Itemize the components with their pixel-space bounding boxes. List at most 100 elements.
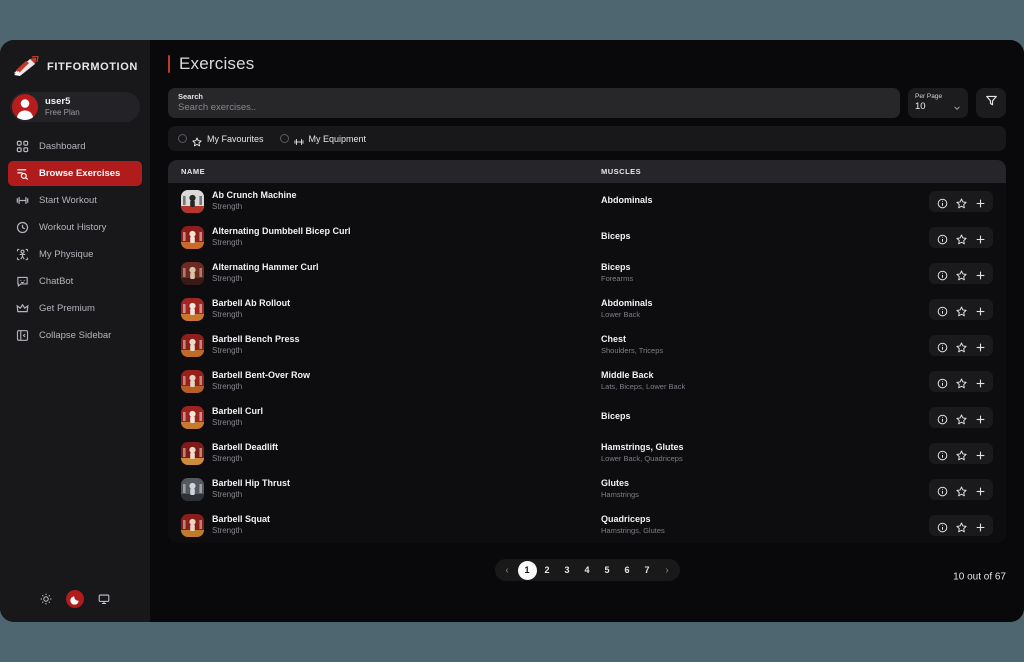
page-button[interactable]: 1 — [517, 560, 537, 580]
exercise-name: Alternating Dumbbell Bicep Curl — [212, 226, 351, 237]
sidebar-item-chatbot[interactable]: ChatBot — [8, 269, 142, 294]
info-icon[interactable] — [937, 304, 948, 316]
chip-my-equipment[interactable]: My Equipment — [279, 134, 366, 145]
star-icon[interactable] — [955, 376, 967, 388]
info-icon[interactable] — [937, 484, 948, 496]
plus-icon[interactable] — [975, 412, 986, 423]
table-row[interactable]: Alternating Hammer Curl Strength Biceps … — [168, 255, 1006, 291]
info-icon[interactable] — [937, 448, 948, 460]
exercise-thumbnail — [181, 333, 204, 357]
sidebar-item-dashboard[interactable]: Dashboard — [8, 134, 142, 159]
plus-icon[interactable] — [975, 232, 986, 243]
page-button[interactable]: 3 — [558, 561, 577, 580]
star-icon[interactable] — [955, 232, 967, 244]
plus-icon[interactable] — [975, 196, 986, 207]
star-icon[interactable] — [955, 340, 967, 352]
chip-checkbox[interactable] — [279, 134, 289, 143]
plus-icon[interactable] — [975, 340, 986, 351]
panel-collapse-icon — [16, 329, 29, 342]
avatar-icon — [12, 94, 38, 120]
plus-icon[interactable] — [975, 448, 986, 459]
dumbbell-icon — [294, 134, 304, 145]
sidebar-item-start-workout[interactable]: Start Workout — [8, 188, 142, 213]
plus-icon[interactable] — [975, 520, 986, 531]
star-icon[interactable] — [955, 520, 967, 532]
sidebar-item-workout-history[interactable]: Workout History — [8, 215, 142, 240]
per-page-select[interactable]: Per Page 10 — [908, 88, 968, 118]
sidebar-item-label: Get Premium — [39, 303, 95, 314]
plus-icon[interactable] — [975, 376, 986, 387]
rocket-logo-icon — [12, 55, 40, 78]
user-card[interactable]: user5 Free Plan — [10, 92, 140, 122]
info-icon[interactable] — [937, 232, 948, 244]
table-row[interactable]: Barbell Hip Thrust Strength Glutes Hamst… — [168, 471, 1006, 507]
sidebar-item-browse-exercises[interactable]: Browse Exercises — [8, 161, 142, 186]
table-row[interactable]: Barbell Bench Press Strength Chest Shoul… — [168, 327, 1006, 363]
exercises-table: NAME MUSCLES Ab Crunch Machine Strength … — [168, 160, 1006, 543]
star-icon[interactable] — [955, 448, 967, 460]
sidebar-item-label: Workout History — [39, 222, 107, 233]
plus-icon[interactable] — [975, 484, 986, 495]
info-icon[interactable] — [937, 196, 948, 208]
row-actions — [929, 442, 993, 464]
page-button[interactable]: 4 — [578, 561, 597, 580]
filter-button[interactable] — [976, 88, 1006, 118]
info-icon[interactable] — [937, 412, 948, 424]
info-icon[interactable] — [937, 520, 948, 532]
search-input[interactable]: Search Search exercises.. — [168, 88, 900, 118]
pagination: ‹ 1 2 3 4 5 6 7 › — [494, 559, 680, 581]
page-button[interactable]: 5 — [598, 561, 617, 580]
moon-icon[interactable] — [66, 590, 84, 608]
row-actions — [929, 406, 993, 428]
result-count: 10 out of 67 — [953, 571, 1006, 583]
cell-muscles: Biceps — [601, 231, 929, 243]
row-actions — [929, 334, 993, 356]
monitor-icon[interactable] — [96, 591, 112, 607]
chip-checkbox[interactable] — [178, 134, 187, 143]
info-icon[interactable] — [937, 268, 948, 280]
table-row[interactable]: Barbell Ab Rollout Strength Abdominals L… — [168, 291, 1006, 327]
page-button[interactable]: 7 — [638, 561, 657, 580]
exercise-thumbnail — [181, 441, 204, 465]
info-icon[interactable] — [937, 340, 948, 352]
theme-switcher — [0, 590, 150, 608]
plus-icon[interactable] — [975, 304, 986, 315]
plus-icon[interactable] — [975, 268, 986, 279]
exercise-type: Strength — [212, 525, 243, 535]
table-row[interactable]: Ab Crunch Machine Strength Abdominals — [168, 183, 1006, 219]
chip-my-favourites[interactable]: My Favourites — [178, 134, 264, 146]
table-row[interactable]: Barbell Bent-Over Row Strength Middle Ba… — [168, 363, 1006, 399]
exercise-type: Strength — [212, 309, 243, 319]
page-button[interactable]: 6 — [618, 561, 637, 580]
star-icon[interactable] — [955, 196, 967, 208]
dumbbell-icon — [16, 194, 29, 207]
chevron-right-icon[interactable]: › — [658, 561, 677, 580]
exercise-name: Alternating Hammer Curl — [212, 262, 319, 273]
exercise-type: Strength — [212, 273, 243, 283]
sidebar-item-get-premium[interactable]: Get Premium — [8, 296, 142, 321]
sidebar-item-collapse-sidebar[interactable]: Collapse Sidebar — [8, 323, 142, 348]
sun-icon[interactable] — [38, 591, 54, 607]
table-row[interactable]: Alternating Dumbbell Bicep Curl Strength… — [168, 219, 1006, 255]
star-icon[interactable] — [955, 304, 967, 316]
chevron-left-icon[interactable]: ‹ — [498, 561, 517, 580]
star-icon[interactable] — [955, 484, 967, 496]
list-search-icon — [16, 167, 29, 180]
sidebar-item-my-physique[interactable]: My Physique — [8, 242, 142, 267]
per-page-label: Per Page — [915, 92, 943, 100]
table-row[interactable]: Barbell Deadlift Strength Hamstrings, Gl… — [168, 435, 1006, 471]
user-info: user5 Free Plan — [45, 97, 80, 117]
table-row[interactable]: Barbell Curl Strength Biceps — [168, 399, 1006, 435]
brand: FITFORMOTION — [0, 40, 150, 90]
exercise-name: Barbell Bent-Over Row — [212, 370, 311, 381]
table-row[interactable]: Barbell Squat Strength Quadriceps Hamstr… — [168, 507, 1006, 543]
info-icon[interactable] — [937, 376, 948, 388]
star-icon[interactable] — [955, 268, 967, 280]
row-actions — [929, 190, 993, 212]
muscle-primary: Hamstrings, Glutes — [601, 442, 684, 453]
filter-chips-bar: My Favourites My Equipment — [168, 126, 1006, 151]
page-button[interactable]: 2 — [538, 561, 557, 580]
row-actions — [929, 226, 993, 248]
star-icon[interactable] — [955, 412, 967, 424]
exercise-text: Barbell Bent-Over Row Strength — [212, 370, 310, 391]
